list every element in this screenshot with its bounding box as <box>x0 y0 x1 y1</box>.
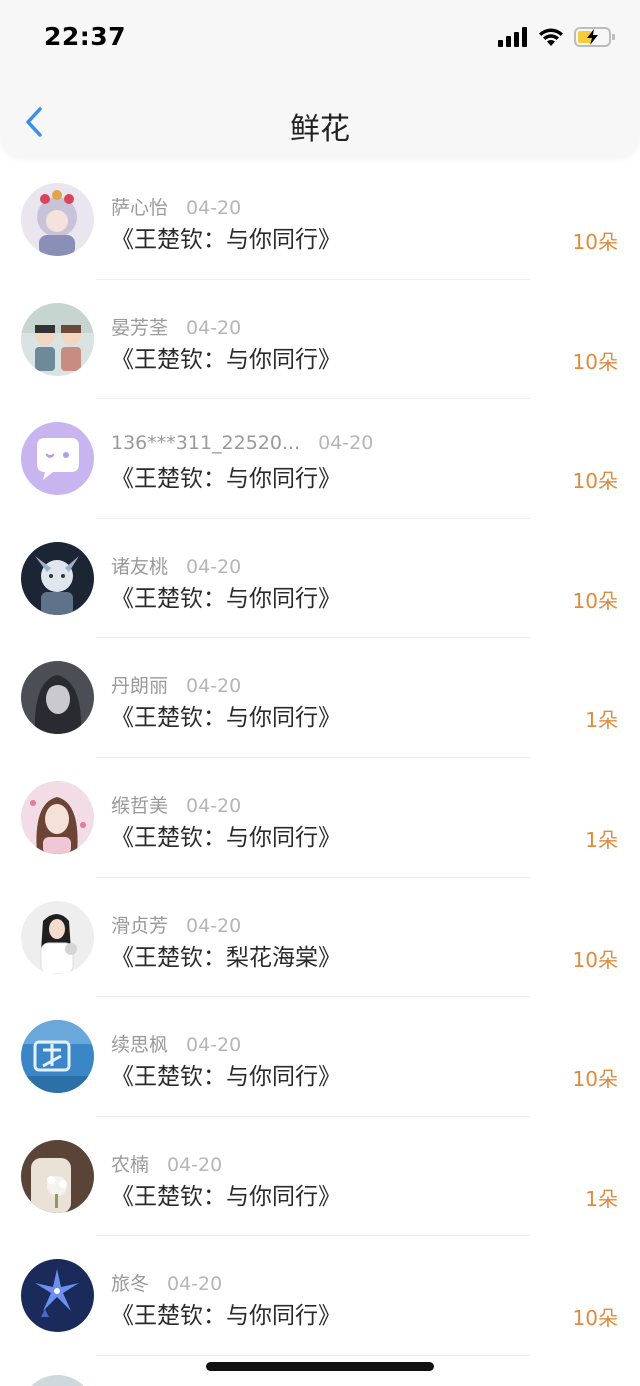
flower-amount: 1朵 <box>585 1186 618 1211</box>
book-title: 《王楚钦：与你同行》 <box>111 346 341 373</box>
flower-list: 萨心怡04-20 《王楚钦：与你同行》 10朵 晏芳荃04-20 《王楚钦： <box>0 160 640 1356</box>
date: 04-20 <box>318 432 374 455</box>
list-item[interactable]: 续思枫 04-20 《王楚钦：与你同行》 10朵 <box>0 997 640 1117</box>
user-name: 136***311_22520... <box>111 432 301 455</box>
home-indicator <box>206 1362 434 1371</box>
list-item[interactable]: 滑贞芳 04-20 《王楚钦：梨花海棠》 10朵 <box>0 878 640 998</box>
avatar <box>21 661 94 735</box>
list-item[interactable]: 晏芳荃 04-20 《王楚钦：与你同行》 10朵 <box>0 280 640 400</box>
date: 04-20 <box>186 914 242 937</box>
user-name: 缑哲美 <box>111 794 169 817</box>
flower-amount: 10朵 <box>572 947 618 972</box>
user-line: 136***311_22520... 04-20 <box>111 432 373 454</box>
flower-amount: 10朵 <box>572 1306 618 1331</box>
header: 22:37 鲜花 <box>0 0 640 158</box>
user-name: 诸友桃 <box>111 555 169 578</box>
avatar <box>21 183 94 256</box>
date: 04-20 <box>186 675 242 698</box>
date: 04-20 <box>186 1034 242 1057</box>
book-title: 《王楚钦：与你同行》 <box>111 1064 341 1091</box>
screen: 22:37 鲜花 萨心怡 04-20 《王楚钦：与你同行》 10朵 晏芳荃 04… <box>0 0 640 1386</box>
flower-amount: 10朵 <box>572 469 618 494</box>
book-title: 《王楚钦：与你同行》 <box>111 466 341 493</box>
book-title: 《王楚钦：梨花海棠》 <box>111 944 341 971</box>
flower-amount: 1朵 <box>585 827 618 852</box>
list-item[interactable]: 旅冬 04-20 《王楚钦：与你同行》 10朵 <box>0 1236 640 1356</box>
date: 04-20 <box>186 316 242 339</box>
book-title: 《王楚钦：与你同行》 <box>111 585 341 612</box>
page-title: 鲜花 <box>290 112 350 147</box>
battery-charging-icon <box>574 26 616 52</box>
user-name: 晏芳荃 <box>111 316 169 339</box>
date: 04-20 <box>186 794 242 817</box>
date: 04-20 <box>167 1273 223 1296</box>
flower-amount: 1朵 <box>585 708 618 733</box>
book-title: 《王楚钦：与你同行》 <box>111 1183 341 1210</box>
avatar <box>21 1020 94 1094</box>
list-item[interactable]: 缑哲美 04-20 《王楚钦：与你同行》 1朵 <box>0 758 640 878</box>
book-title: 《王楚钦：与你同行》 <box>111 1303 341 1330</box>
user-name: 旅冬 <box>111 1273 150 1296</box>
avatar <box>21 900 94 974</box>
avatar <box>21 1375 94 1386</box>
list-item[interactable]: 丹朗丽 04-20 《王楚钦：与你同行》 1朵 <box>0 638 640 758</box>
book-title: 《王楚钦：与你同行》 <box>111 824 341 851</box>
status-time: 22:37 <box>44 22 127 51</box>
user-line: 缑哲美 04-20 <box>111 791 241 818</box>
list-item[interactable]: 农楠 04-20 《王楚钦：与你同行》 1朵 <box>0 1117 640 1237</box>
user-line: 旅冬 04-20 <box>111 1269 222 1296</box>
avatar <box>21 1139 94 1213</box>
avatar <box>21 541 94 615</box>
avatar <box>21 302 94 376</box>
divider <box>96 1354 530 1356</box>
flower-amount: 10朵 <box>572 1067 618 1092</box>
flower-amount: 10朵 <box>572 230 618 254</box>
book-title: 《王楚钦：与你同行》 <box>111 227 341 253</box>
flower-amount: 10朵 <box>572 349 618 374</box>
user-line: 晏芳荃 04-20 <box>111 313 241 340</box>
wifi-icon <box>538 27 564 51</box>
date: 04-20 <box>167 1153 223 1176</box>
flower-amount: 10朵 <box>572 588 618 613</box>
avatar <box>21 780 94 854</box>
user-name: 农楠 <box>111 1153 150 1176</box>
book-title: 《王楚钦：与你同行》 <box>111 705 341 732</box>
user-name: 萨心怡 <box>111 197 169 219</box>
user-line: 丹朗丽 04-20 <box>111 671 241 698</box>
date: 04-20 <box>186 197 242 219</box>
list-item[interactable]: 萨心怡 04-20 《王楚钦：与你同行》 10朵 <box>0 160 640 280</box>
status-icons <box>498 26 616 52</box>
user-name: 续思枫 <box>111 1034 169 1057</box>
date: 04-20 <box>186 555 242 578</box>
user-name: 滑贞芳 <box>111 914 169 937</box>
avatar <box>21 1259 94 1333</box>
user-line: 诸友桃 04-20 <box>111 552 241 579</box>
user-name: 丹朗丽 <box>111 675 169 698</box>
list-item[interactable]: 136***311_22520... 04-20 《王楚钦：与你同行》 10朵 <box>0 399 640 519</box>
user-line: 农楠 04-20 <box>111 1150 222 1177</box>
user-line: 萨心怡 04-20 <box>111 193 241 220</box>
avatar <box>21 422 94 496</box>
user-line: 续思枫 04-20 <box>111 1030 241 1057</box>
user-line: 滑贞芳 04-20 <box>111 911 241 938</box>
cellular-signal-icon <box>498 27 528 51</box>
list-item[interactable]: 诸友桃 04-20 《王楚钦：与你同行》 10朵 <box>0 519 640 639</box>
